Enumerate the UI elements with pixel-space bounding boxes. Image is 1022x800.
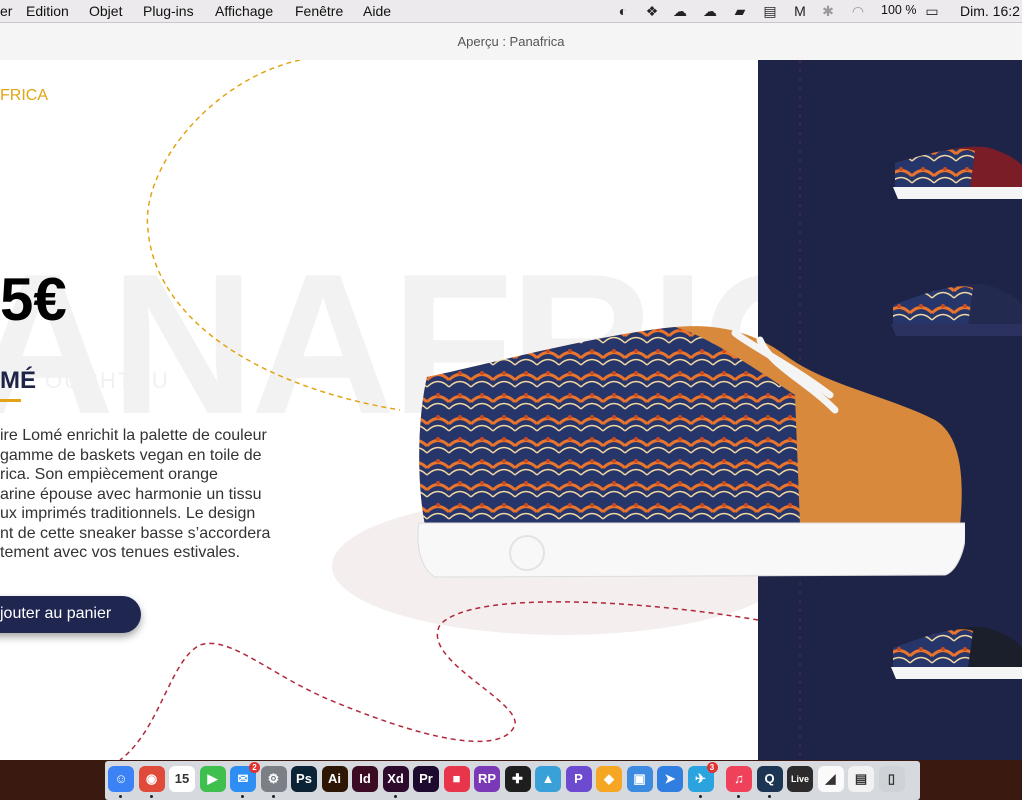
description-line: rica. Son empiècement orange xyxy=(0,466,218,483)
music-icon[interactable]: ♫ xyxy=(726,766,752,792)
brand-logo-text[interactable]: FRICA xyxy=(0,87,48,105)
calendar-icon[interactable]: 15 xyxy=(169,766,195,792)
running-indicator xyxy=(393,795,397,798)
model-subtitle: OUCHTOU xyxy=(45,368,170,393)
description-line: ire Lomé enrichit la palette de couleur xyxy=(0,427,267,444)
menu-clock[interactable]: Dim. 16:2 xyxy=(960,3,1020,19)
shoe-app-icon[interactable]: ◢ xyxy=(817,766,844,792)
messages-icon[interactable]: ✉ 2 xyxy=(230,762,260,792)
running-indicator xyxy=(241,795,244,798)
main-sneaker-image xyxy=(417,326,965,578)
sketch-icon[interactable]: ◆ xyxy=(596,766,622,792)
cloud-sync-icon[interactable]: ☁ xyxy=(702,3,718,19)
system-preferences-icon[interactable]: ⚙ xyxy=(260,766,287,792)
telegram-badge: 3 xyxy=(706,762,718,773)
description-line: ux imprimés traditionnels. Le design xyxy=(0,505,256,522)
running-indicator xyxy=(767,795,771,798)
menu-item-fenetre[interactable]: Fenêtre xyxy=(295,3,343,19)
description-line: tement avec vos tenues estivales. xyxy=(0,544,241,561)
notification-icon[interactable]: ▰ xyxy=(732,3,748,19)
quicktime-icon[interactable]: Q xyxy=(756,766,783,792)
product-description: ire Lomé enrichit la palette de couleur … xyxy=(0,426,280,563)
preview-app-icon[interactable]: ▣ xyxy=(626,766,653,792)
menu-item-affichage[interactable]: Affichage xyxy=(215,3,273,19)
gallery-sneaker-1[interactable] xyxy=(890,143,1022,203)
add-to-cart-button[interactable]: jouter au panier xyxy=(0,596,141,633)
battery-percent: 100 % xyxy=(881,3,917,17)
stack-icon[interactable]: ▤ xyxy=(762,3,778,19)
app-red-icon[interactable]: ■ xyxy=(443,766,470,792)
figma-icon[interactable]: ✚ xyxy=(504,766,531,792)
menu-item-aide[interactable]: Aide xyxy=(363,3,391,19)
malwarebytes-icon[interactable]: M xyxy=(792,3,808,19)
illustrator-icon[interactable]: Ai xyxy=(321,766,348,792)
window-titlebar: Aperçu : Panafrica xyxy=(0,23,1022,61)
description-line: nt de cette sneaker basse s’accordera xyxy=(0,524,271,542)
cloud-icon[interactable]: ☁ xyxy=(672,3,688,19)
model-name: MÉ xyxy=(0,367,36,394)
live-icon[interactable]: Live xyxy=(787,766,813,792)
menu-item-edit-partial[interactable]: er xyxy=(0,3,12,19)
messages-badge: 2 xyxy=(249,762,260,773)
add-to-cart-label: jouter au panier xyxy=(0,605,112,622)
xd-icon[interactable]: Xd xyxy=(382,766,409,792)
running-indicator xyxy=(119,795,122,798)
description-line: arine épouse avec harmonie un tissu xyxy=(0,485,262,503)
running-indicator xyxy=(737,795,740,798)
description-line: gamme de baskets vegan en toile de xyxy=(0,446,262,464)
running-indicator xyxy=(698,795,702,798)
facetime-icon[interactable]: ▶ xyxy=(199,766,226,792)
running-indicator xyxy=(271,795,275,798)
chrome-icon[interactable]: ◉ xyxy=(138,766,165,792)
battery-icon[interactable]: ▭ xyxy=(921,3,943,19)
menu-bar: er Edition Objet Plug-ins Affichage Fenê… xyxy=(0,0,1022,23)
telegram-icon[interactable]: ✈ 3 xyxy=(687,762,718,792)
dropbox-icon[interactable]: ❖ xyxy=(644,3,660,19)
paperplane-icon[interactable]: ➤ xyxy=(657,766,683,792)
p-app-icon[interactable]: P xyxy=(565,766,592,792)
window-title: Aperçu : Panafrica xyxy=(457,34,565,49)
finder-icon[interactable]: ☺ xyxy=(108,766,134,792)
wifi-icon[interactable]: ◠ xyxy=(850,3,866,19)
premiere-icon[interactable]: Pr xyxy=(413,766,439,792)
gallery-sneaker-3[interactable] xyxy=(888,623,1022,683)
window-app-icon[interactable]: ▤ xyxy=(848,766,874,792)
bluetooth-icon[interactable]: ✱ xyxy=(820,3,836,19)
accessibility-icon[interactable]: ◐ xyxy=(615,3,631,19)
menu-item-objet[interactable]: Objet xyxy=(89,3,122,19)
photoshop-icon[interactable]: Ps xyxy=(291,766,317,792)
rp-icon[interactable]: RP xyxy=(474,766,500,792)
gallery-sneaker-2[interactable] xyxy=(888,280,1022,340)
dock: ☺ ◉ 15 ▶ ✉ 2 ⚙ Ps Ai Id Xd Pr ■ RP ✚ ▲ P ◆ ▣ ➤ ✈ 3 ♫ Q Live ◢ ▤ ▯ xyxy=(105,761,920,800)
product-price: 5€ xyxy=(0,266,67,333)
menu-item-edition[interactable]: Edition xyxy=(26,3,69,19)
indesign-icon[interactable]: Id xyxy=(352,766,378,792)
trash-icon[interactable]: ▯ xyxy=(878,766,905,792)
model-underline xyxy=(0,399,21,402)
running-indicator xyxy=(149,795,153,798)
affinity-icon[interactable]: ▲ xyxy=(535,766,561,792)
menu-item-plugins[interactable]: Plug-ins xyxy=(143,3,194,19)
preview-canvas: ANAFRIC FRICA 5€ OUCHTOU MÉ ire Lomé enr… xyxy=(0,60,1022,760)
